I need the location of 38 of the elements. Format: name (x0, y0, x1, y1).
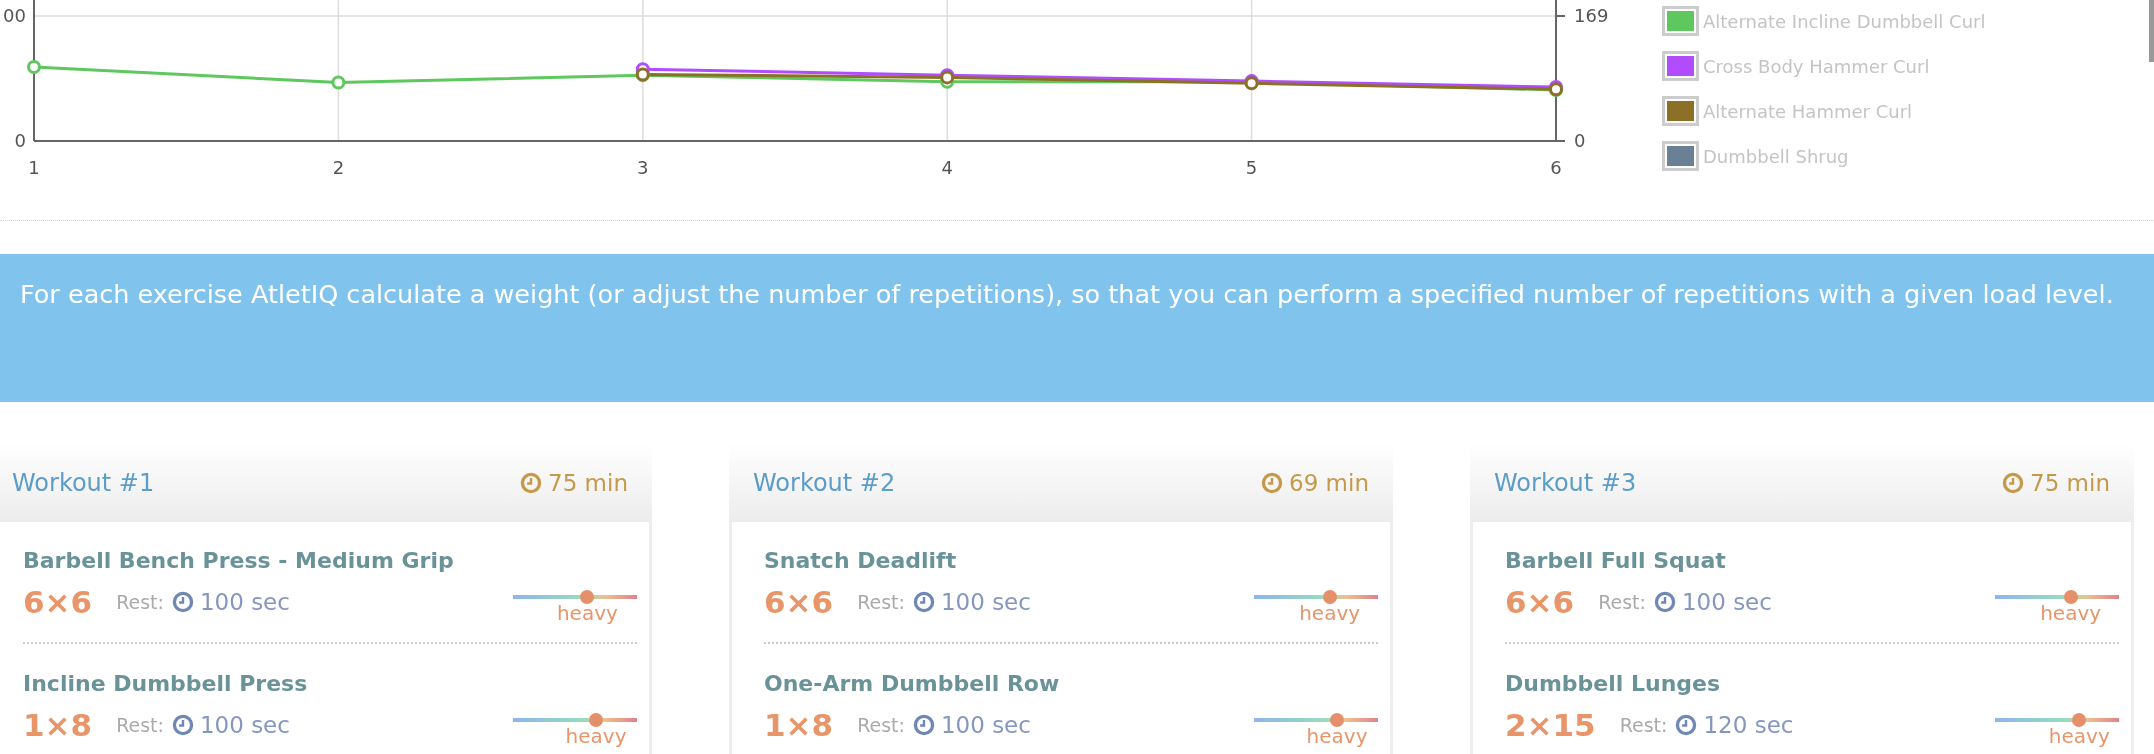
rest-label: Rest: (1619, 714, 1668, 736)
load-label: heavy (1299, 601, 1361, 625)
duration-text: 75 min (548, 469, 628, 496)
axis-label: 2 (332, 157, 345, 178)
sets-reps: 1×8 (764, 707, 834, 743)
rest-time: 100 sec (940, 712, 1031, 738)
rest-time: 100 sec (199, 589, 290, 615)
sets-reps: 6×6 (1505, 584, 1575, 620)
axis-label: 6 (1550, 157, 1562, 178)
sets-reps: 2×15 (1505, 707, 1596, 743)
rest-time: 100 sec (199, 712, 290, 738)
info-text: For each exercise AtletIQ calculate a weight (or adjust the number of repetitions), so that you can perform a specified number of repetitions with a given load level. (20, 278, 2114, 311)
axis-label: 00 (3, 5, 26, 26)
sets-reps: 6×6 (23, 584, 93, 620)
load-label: heavy (2048, 724, 2110, 748)
rest-label: Rest: (116, 714, 164, 736)
rest-label: Rest: (857, 714, 905, 736)
rest-label: Rest: (1598, 591, 1646, 613)
duration-text: 75 min (2030, 469, 2110, 496)
load-label: heavy (1306, 724, 1368, 748)
rest-time: 100 sec (1681, 589, 1772, 615)
rest-time: 100 sec (940, 589, 1031, 615)
axis-label: 169 (1574, 5, 1609, 26)
rest-label: Rest: (116, 591, 164, 613)
load-label: heavy (565, 724, 627, 748)
rest-time: 120 sec (1703, 712, 1794, 738)
axis-label: 5 (1245, 157, 1258, 178)
axis-label: 1 (28, 157, 40, 178)
load-label: heavy (556, 601, 618, 625)
rest-label: Rest: (857, 591, 905, 613)
axis-label: 3 (637, 157, 649, 178)
load-label: heavy (2040, 601, 2102, 625)
sets-reps: 1×8 (23, 707, 93, 743)
axis-label: 0 (14, 130, 26, 151)
axis-label: 4 (941, 157, 953, 178)
axis-label: 0 (1574, 130, 1586, 151)
duration-text: 69 min (1289, 469, 1369, 496)
sets-reps: 6×6 (764, 584, 834, 620)
